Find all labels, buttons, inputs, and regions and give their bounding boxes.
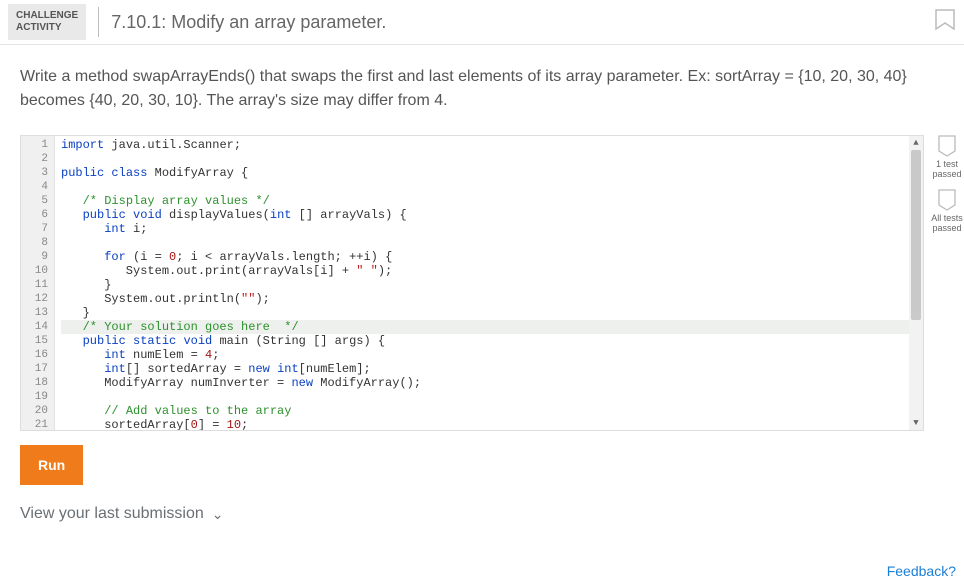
line-number: 10: [21, 264, 54, 278]
line-number: 1: [21, 138, 54, 152]
code-line[interactable]: int numElem = 4;: [61, 348, 909, 362]
all-tests-label: All tests passed: [930, 213, 964, 233]
scroll-down-icon[interactable]: ▼: [909, 416, 923, 430]
code-line[interactable]: /* Display array values */: [61, 194, 909, 208]
code-line[interactable]: ModifyArray numInverter = new ModifyArra…: [61, 376, 909, 390]
code-line[interactable]: public static void main (String [] args)…: [61, 334, 909, 348]
code-line[interactable]: public void displayValues(int [] arrayVa…: [61, 208, 909, 222]
line-number-gutter: 123456789101112131415161718192021: [21, 136, 55, 430]
line-number: 15: [21, 334, 54, 348]
line-number: 9: [21, 250, 54, 264]
code-line[interactable]: }: [61, 306, 909, 320]
line-number: 21: [21, 418, 54, 431]
line-number: 20: [21, 404, 54, 418]
checkbox-icon: [937, 135, 957, 157]
code-line[interactable]: public class ModifyArray {: [61, 166, 909, 180]
code-content[interactable]: import java.util.Scanner; public class Mo…: [55, 136, 909, 430]
code-line[interactable]: System.out.println("");: [61, 292, 909, 306]
code-line[interactable]: sortedArray[0] = 10;: [61, 418, 909, 431]
badge-line-1: CHALLENGE: [16, 10, 78, 22]
line-number: 3: [21, 166, 54, 180]
line-number: 5: [21, 194, 54, 208]
line-number: 19: [21, 390, 54, 404]
line-number: 8: [21, 236, 54, 250]
one-test-result: 1 test passed: [930, 135, 964, 179]
code-line[interactable]: for (i = 0; i < arrayVals.length; ++i) {: [61, 250, 909, 264]
code-line[interactable]: int[] sortedArray = new int[numElem];: [61, 362, 909, 376]
editor-scrollbar[interactable]: ▲ ▼: [909, 136, 923, 430]
code-line[interactable]: [61, 152, 909, 166]
chevron-down-icon: ⌄: [212, 506, 224, 523]
line-number: 4: [21, 180, 54, 194]
line-number: 11: [21, 278, 54, 292]
line-number: 14: [21, 320, 54, 334]
activity-title: 7.10.1: Modify an array parameter.: [111, 12, 386, 33]
activity-header: CHALLENGE ACTIVITY 7.10.1: Modify an arr…: [0, 0, 964, 44]
line-number: 18: [21, 376, 54, 390]
code-line[interactable]: [61, 390, 909, 404]
scroll-thumb[interactable]: [911, 150, 921, 320]
scroll-up-icon[interactable]: ▲: [909, 136, 923, 150]
code-line[interactable]: [61, 180, 909, 194]
code-line[interactable]: import java.util.Scanner;: [61, 138, 909, 152]
line-number: 17: [21, 362, 54, 376]
challenge-badge: CHALLENGE ACTIVITY: [8, 4, 86, 40]
line-number: 6: [21, 208, 54, 222]
code-line[interactable]: }: [61, 278, 909, 292]
line-number: 7: [21, 222, 54, 236]
checkbox-icon: [937, 189, 957, 211]
code-line[interactable]: /* Your solution goes here */: [61, 320, 909, 334]
code-line[interactable]: // Add values to the array: [61, 404, 909, 418]
line-number: 12: [21, 292, 54, 306]
instructions-text: Write a method swapArrayEnds() that swap…: [0, 45, 964, 135]
results-sidebar: 1 test passed All tests passed: [924, 135, 964, 523]
code-line[interactable]: System.out.print(arrayVals[i] + " ");: [61, 264, 909, 278]
line-number: 2: [21, 152, 54, 166]
run-button[interactable]: Run: [20, 445, 83, 485]
feedback-link[interactable]: Feedback?: [887, 563, 956, 579]
code-line[interactable]: int i;: [61, 222, 909, 236]
line-number: 16: [21, 348, 54, 362]
code-line[interactable]: [61, 236, 909, 250]
one-test-label: 1 test passed: [930, 159, 964, 179]
line-number: 13: [21, 306, 54, 320]
vertical-separator: [98, 7, 99, 37]
code-editor[interactable]: 123456789101112131415161718192021 import…: [20, 135, 924, 431]
badge-line-2: ACTIVITY: [16, 22, 78, 34]
bookmark-icon[interactable]: [934, 9, 956, 35]
all-tests-result: All tests passed: [930, 189, 964, 233]
work-area: 123456789101112131415161718192021 import…: [0, 135, 964, 523]
view-last-submission-link[interactable]: View your last submission ⌄: [20, 505, 224, 523]
last-submission-label: View your last submission: [20, 505, 204, 523]
